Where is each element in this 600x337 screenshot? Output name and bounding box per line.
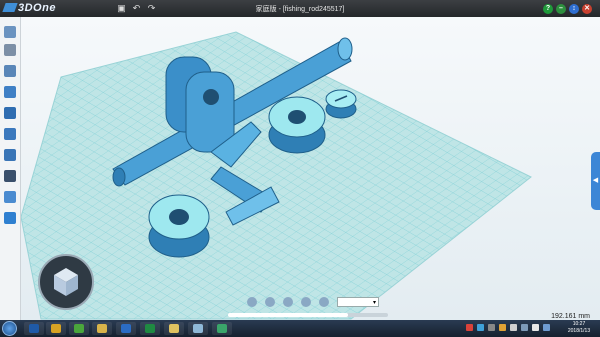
knob-cap xyxy=(325,89,357,119)
combine-tool-icon[interactable] xyxy=(4,149,16,161)
tray-input-icon[interactable] xyxy=(488,324,495,331)
360-browser-task-icon[interactable] xyxy=(69,322,89,335)
help-button[interactable]: ? xyxy=(543,4,553,14)
measurement-readout: 192.161 mm xyxy=(551,313,590,320)
material-tool-icon[interactable] xyxy=(4,212,16,224)
zoom-fit-icon[interactable] xyxy=(301,297,311,307)
taskbar: 10:27 2018/1/13 xyxy=(0,320,600,337)
grid-lines xyxy=(21,32,531,319)
3d-viewport[interactable]: ◀ xyxy=(21,17,600,320)
zoom-select[interactable]: ▾ xyxy=(337,297,379,307)
photoshop-task-icon[interactable] xyxy=(24,322,44,335)
sketch-edit-tool-icon[interactable] xyxy=(4,65,16,77)
close-button[interactable]: ✕ xyxy=(582,4,592,14)
word-task-icon[interactable] xyxy=(116,322,136,335)
tool-sidebar xyxy=(0,17,21,320)
mail-task-icon[interactable] xyxy=(212,322,232,335)
tray-volume-icon[interactable] xyxy=(532,324,539,331)
restore-button[interactable]: ↕ xyxy=(569,4,579,14)
tray-app-icon[interactable] xyxy=(466,324,473,331)
view-cube[interactable] xyxy=(38,254,94,310)
files-task-icon[interactable] xyxy=(164,322,184,335)
scrollbar-thumb[interactable] xyxy=(228,313,348,317)
clock-date: 2018/1/13 xyxy=(567,328,591,334)
tray-network-icon[interactable] xyxy=(477,324,484,331)
chrome-task-icon[interactable] xyxy=(46,322,66,335)
sketch-tool-icon[interactable] xyxy=(4,44,16,56)
tray-flag-icon[interactable] xyxy=(510,324,517,331)
spool-large xyxy=(148,194,210,258)
right-panel-toggle[interactable]: ◀ xyxy=(591,152,600,210)
excel-task-icon[interactable] xyxy=(140,322,160,335)
bottom-toolbar: ▾ xyxy=(243,296,383,310)
basic-shapes-tool-icon[interactable] xyxy=(4,26,16,38)
workplane-scene[interactable] xyxy=(21,17,600,320)
render-mode-icon[interactable] xyxy=(265,297,275,307)
minimize-button[interactable]: – xyxy=(556,4,566,14)
array-tool-icon[interactable] xyxy=(4,170,16,182)
display-icon[interactable] xyxy=(283,297,293,307)
clock-time: 10:27 xyxy=(572,321,586,327)
view-orientation-icon[interactable] xyxy=(247,297,257,307)
measure-tool-icon[interactable] xyxy=(4,191,16,203)
tray-wifi-icon[interactable] xyxy=(521,324,528,331)
document-title: 家庭版 - [fishing_rod245517] xyxy=(255,6,345,13)
special-feature-tool-icon[interactable] xyxy=(4,107,16,119)
start-button[interactable] xyxy=(2,321,17,336)
spool-medium xyxy=(268,96,326,154)
view-cube-glyph xyxy=(54,268,78,296)
horizontal-scrollbar[interactable] xyxy=(228,313,388,317)
tray-display-icon[interactable] xyxy=(543,324,550,331)
feature-tool-icon[interactable] xyxy=(4,86,16,98)
tray-notice-icon[interactable] xyxy=(499,324,506,331)
3done-task-icon[interactable] xyxy=(188,322,208,335)
zoom-icon[interactable] xyxy=(319,297,329,307)
folder-task-icon[interactable] xyxy=(92,322,112,335)
clock[interactable]: 10:27 2018/1/13 xyxy=(564,321,594,335)
title-bar: 3DOne ▣ ↶ ↷ 家庭版 - [fishing_rod245517] ? … xyxy=(0,0,600,17)
move-tool-icon[interactable] xyxy=(4,128,16,140)
